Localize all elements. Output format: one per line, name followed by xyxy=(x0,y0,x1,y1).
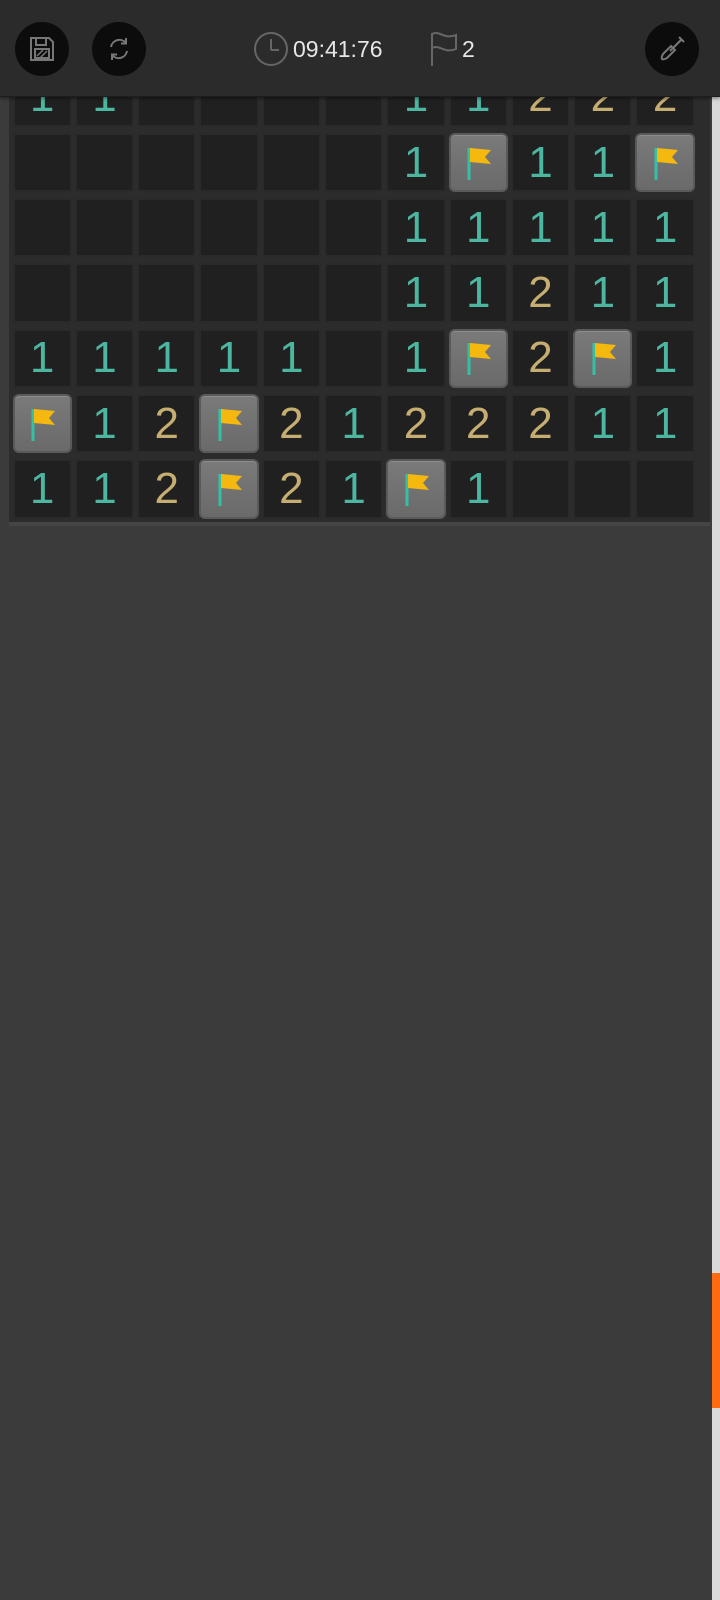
revealed-empty-cell[interactable] xyxy=(323,198,384,258)
number-cell[interactable]: 1 xyxy=(199,328,259,389)
number-cell[interactable]: 1 xyxy=(635,198,695,258)
revealed-empty-cell[interactable] xyxy=(74,198,135,258)
number-cell[interactable]: 1 xyxy=(573,394,633,454)
number-cell[interactable]: 1 xyxy=(635,328,695,389)
number-cell[interactable]: 1 xyxy=(510,198,571,258)
shovel-icon xyxy=(660,36,685,61)
number-cell[interactable]: 1 xyxy=(573,198,633,258)
revealed-empty-cell[interactable] xyxy=(199,132,259,193)
number-cell[interactable]: 1 xyxy=(386,132,446,193)
revealed-empty-cell[interactable] xyxy=(74,263,135,323)
number-cell[interactable]: 1 xyxy=(573,132,633,193)
board-row: 112211 xyxy=(9,456,710,521)
flagged-cell[interactable] xyxy=(448,132,508,193)
revealed-empty-cell[interactable] xyxy=(261,263,321,323)
flag-icon xyxy=(31,408,56,441)
number-cell[interactable]: 1 xyxy=(323,394,384,454)
minesweeper-app: 2211221111111222111111111121111111121122… xyxy=(0,0,720,1600)
revealed-empty-cell[interactable] xyxy=(12,263,72,323)
revealed-empty-cell[interactable] xyxy=(323,263,384,323)
number-cell[interactable]: 1 xyxy=(386,263,446,323)
game-timer: 09:41:76 xyxy=(253,30,383,68)
number-cell[interactable]: 2 xyxy=(510,328,571,389)
number-cell[interactable]: 1 xyxy=(448,263,508,323)
board-bottom-edge xyxy=(9,521,710,526)
flag-icon xyxy=(405,474,429,507)
number-cell[interactable]: 1 xyxy=(137,328,197,389)
number-cell[interactable]: 2 xyxy=(386,394,446,454)
revealed-empty-cell[interactable] xyxy=(12,198,72,258)
flagged-cell[interactable] xyxy=(199,394,259,454)
number-cell[interactable]: 1 xyxy=(74,328,135,389)
number-cell[interactable]: 1 xyxy=(510,132,571,193)
flag-icon xyxy=(467,147,492,180)
revealed-empty-cell[interactable] xyxy=(74,132,135,193)
revealed-empty-cell[interactable] xyxy=(12,132,72,193)
number-cell[interactable]: 1 xyxy=(74,394,135,454)
number-cell[interactable]: 1 xyxy=(12,459,72,519)
board-row: 11111 xyxy=(9,195,710,260)
flagged-cell[interactable] xyxy=(573,328,633,389)
refresh-icon xyxy=(110,38,128,60)
revealed-empty-cell[interactable] xyxy=(199,198,259,258)
flag-count-value: 2 xyxy=(462,35,475,62)
revealed-empty-cell[interactable] xyxy=(573,459,633,519)
number-cell[interactable]: 2 xyxy=(510,394,571,454)
dig-mode-button[interactable] xyxy=(645,22,699,76)
number-cell[interactable]: 2 xyxy=(137,394,197,454)
board-row: 11211 xyxy=(9,260,710,325)
revealed-empty-cell[interactable] xyxy=(323,132,384,193)
flag-icon xyxy=(654,147,679,180)
number-cell[interactable]: 1 xyxy=(74,459,135,519)
flagged-cell[interactable] xyxy=(635,132,695,193)
number-cell[interactable]: 1 xyxy=(323,459,384,519)
top-toolbar: 09:41:76 2 xyxy=(0,0,720,97)
number-cell[interactable]: 1 xyxy=(635,394,695,454)
revealed-empty-cell[interactable] xyxy=(137,263,197,323)
flagged-cell[interactable] xyxy=(386,459,446,519)
number-cell[interactable]: 1 xyxy=(386,198,446,258)
number-cell[interactable]: 2 xyxy=(261,459,321,519)
number-cell[interactable]: 2 xyxy=(137,459,197,519)
flag-icon xyxy=(218,474,243,507)
number-cell[interactable]: 2 xyxy=(510,263,571,323)
revealed-empty-cell[interactable] xyxy=(137,132,197,193)
number-cell[interactable]: 2 xyxy=(261,394,321,454)
flag-counter: 2 xyxy=(428,30,475,68)
revealed-empty-cell[interactable] xyxy=(635,459,695,519)
revealed-empty-cell[interactable] xyxy=(323,328,384,389)
revealed-empty-cell[interactable] xyxy=(261,132,321,193)
vertical-scrollbar[interactable] xyxy=(712,96,720,1600)
timer-value: 09:41:76 xyxy=(293,35,383,62)
board-row: 11111121 xyxy=(9,326,710,391)
clock-icon xyxy=(254,32,288,66)
revealed-empty-cell[interactable] xyxy=(137,198,197,258)
number-cell[interactable]: 1 xyxy=(261,328,321,389)
board-row: 111 xyxy=(9,130,710,195)
flag-icon xyxy=(431,32,457,66)
revealed-empty-cell[interactable] xyxy=(261,198,321,258)
number-cell[interactable]: 1 xyxy=(386,328,446,389)
number-cell[interactable]: 2 xyxy=(448,394,508,454)
number-cell[interactable]: 1 xyxy=(448,459,508,519)
flagged-cell[interactable] xyxy=(12,394,72,454)
scrollbar-thumb[interactable] xyxy=(712,1273,720,1409)
flag-icon xyxy=(218,408,243,441)
number-cell[interactable]: 1 xyxy=(448,198,508,258)
flagged-cell[interactable] xyxy=(448,328,508,389)
save-icon xyxy=(30,37,54,61)
revealed-empty-cell[interactable] xyxy=(199,263,259,323)
flagged-cell[interactable] xyxy=(199,459,259,519)
number-cell[interactable]: 1 xyxy=(12,328,72,389)
flag-icon xyxy=(592,343,616,376)
flag-icon xyxy=(467,343,492,376)
board-row: 122122211 xyxy=(9,391,710,456)
number-cell[interactable]: 1 xyxy=(635,263,695,323)
restart-button[interactable] xyxy=(92,22,146,76)
save-button[interactable] xyxy=(15,22,69,76)
number-cell[interactable]: 1 xyxy=(573,263,633,323)
revealed-empty-cell[interactable] xyxy=(510,459,571,519)
